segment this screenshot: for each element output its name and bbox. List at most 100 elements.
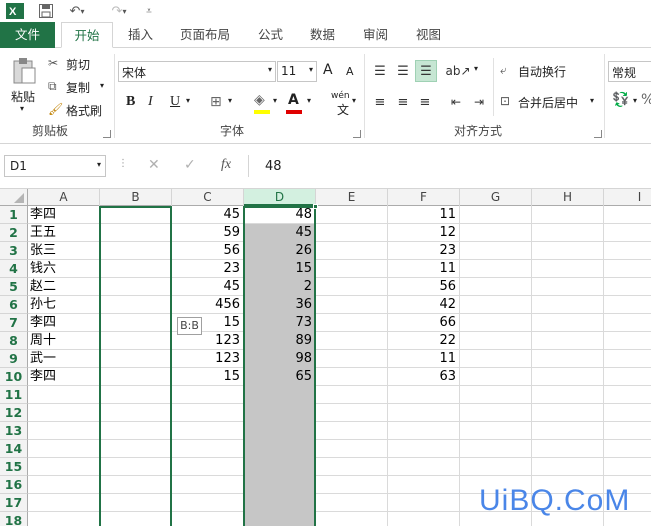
phonetic-dropdown-icon[interactable]: ▾ bbox=[352, 96, 356, 105]
cell-c[interactable]: 456 bbox=[172, 296, 243, 314]
currency-format-icon[interactable]: 💱 bbox=[612, 92, 629, 108]
tab-data[interactable]: 数据 bbox=[300, 22, 345, 48]
row-header[interactable]: 17 bbox=[0, 494, 28, 512]
fill-color-icon[interactable]: ◈ bbox=[254, 92, 265, 108]
drag-handle-icon[interactable]: ⋮ bbox=[118, 158, 128, 169]
font-launcher-icon[interactable] bbox=[353, 130, 361, 138]
cell-d[interactable]: 73 bbox=[244, 314, 315, 332]
cell-f[interactable]: 11 bbox=[388, 260, 459, 278]
cell-a[interactable]: 赵二 bbox=[28, 278, 99, 296]
row-header[interactable]: 16 bbox=[0, 476, 28, 494]
font-size-select[interactable]: 11 ▾ bbox=[277, 61, 317, 82]
align-left-icon[interactable]: ≡ bbox=[370, 91, 390, 113]
insert-function-icon[interactable]: fx bbox=[221, 157, 231, 173]
copy-button[interactable]: 复制 bbox=[66, 79, 90, 96]
shrink-font-icon[interactable]: A bbox=[346, 65, 354, 78]
cell-a[interactable]: 张三 bbox=[28, 242, 99, 260]
cell-f[interactable]: 56 bbox=[388, 278, 459, 296]
cut-button[interactable]: 剪切 bbox=[66, 56, 90, 73]
cell-d[interactable]: 89 bbox=[244, 332, 315, 350]
increase-indent-icon[interactable]: ⇥ bbox=[469, 91, 489, 113]
cell-f[interactable]: 22 bbox=[388, 332, 459, 350]
row-header[interactable]: 9 bbox=[0, 350, 28, 368]
copy-icon[interactable]: ⧉ bbox=[48, 79, 57, 94]
undo-icon[interactable]: ↶ ▾ bbox=[66, 2, 88, 20]
cell-d[interactable]: 2 bbox=[244, 278, 315, 296]
clipboard-launcher-icon[interactable] bbox=[103, 130, 111, 138]
row-header[interactable]: 5 bbox=[0, 278, 28, 296]
fill-dropdown-icon[interactable]: ▾ bbox=[273, 96, 277, 105]
cell-f[interactable]: 12 bbox=[388, 224, 459, 242]
redo-icon[interactable]: ↷ ▾ bbox=[108, 2, 130, 20]
enter-icon[interactable]: ✓ bbox=[184, 157, 196, 173]
cell-f[interactable]: 42 bbox=[388, 296, 459, 314]
row-header[interactable]: 1 bbox=[0, 206, 28, 224]
font-name-select[interactable]: 宋体 ▾ bbox=[118, 61, 276, 82]
cell-a[interactable]: 孙七 bbox=[28, 296, 99, 314]
save-icon[interactable] bbox=[37, 2, 55, 20]
wrap-text-button[interactable]: 自动换行 bbox=[518, 63, 566, 80]
cell-d[interactable]: 36 bbox=[244, 296, 315, 314]
cell-c[interactable]: 23 bbox=[172, 260, 243, 278]
paste-icon[interactable] bbox=[8, 56, 40, 86]
borders-dropdown-icon[interactable]: ▾ bbox=[228, 96, 232, 105]
row-header[interactable]: 11 bbox=[0, 386, 28, 404]
cell-c[interactable]: 45 bbox=[172, 206, 243, 224]
row-header[interactable]: 3 bbox=[0, 242, 28, 260]
row-header[interactable]: 7 bbox=[0, 314, 28, 332]
row-header[interactable]: 2 bbox=[0, 224, 28, 242]
alignment-launcher-icon[interactable] bbox=[594, 130, 602, 138]
cell-f[interactable]: 63 bbox=[388, 368, 459, 386]
format-painter-button[interactable]: 格式刷 bbox=[66, 102, 102, 119]
row-header[interactable]: 18 bbox=[0, 512, 28, 526]
column-header-h[interactable]: H bbox=[532, 189, 604, 206]
underline-dropdown-icon[interactable]: ▾ bbox=[186, 96, 190, 105]
tab-insert[interactable]: 插入 bbox=[118, 22, 163, 48]
tab-formulas[interactable]: 公式 bbox=[248, 22, 293, 48]
cell-c[interactable]: 45 bbox=[172, 278, 243, 296]
cell-d[interactable]: 45 bbox=[244, 224, 315, 242]
scissors-icon[interactable]: ✂ bbox=[48, 56, 58, 70]
tab-file[interactable]: 文件 bbox=[0, 22, 55, 48]
orientation-dropdown-icon[interactable]: ▾ bbox=[474, 64, 478, 73]
row-header[interactable]: 15 bbox=[0, 458, 28, 476]
row-header[interactable]: 8 bbox=[0, 332, 28, 350]
fill-handle[interactable] bbox=[313, 204, 318, 209]
currency-dropdown-icon[interactable]: ▾ bbox=[633, 96, 637, 105]
tab-home[interactable]: 开始 bbox=[61, 22, 113, 48]
column-header-g[interactable]: G bbox=[460, 189, 532, 206]
paste-button[interactable]: 粘贴 bbox=[11, 88, 35, 105]
tab-view[interactable]: 视图 bbox=[406, 22, 451, 48]
cell-f[interactable]: 11 bbox=[388, 350, 459, 368]
number-format-select[interactable]: 常规 bbox=[608, 61, 651, 82]
cell-c[interactable]: 15 bbox=[172, 368, 243, 386]
percent-icon[interactable]: % bbox=[641, 92, 651, 108]
cell-a[interactable]: 王五 bbox=[28, 224, 99, 242]
grow-font-icon[interactable]: A bbox=[323, 62, 333, 78]
format-painter-icon[interactable]: 🖌 bbox=[48, 102, 63, 116]
column-header-f[interactable]: F bbox=[388, 189, 460, 206]
cell-a[interactable]: 武一 bbox=[28, 350, 99, 368]
cell-c[interactable]: 56 bbox=[172, 242, 243, 260]
cell-f[interactable]: 11 bbox=[388, 206, 459, 224]
align-center-icon[interactable]: ≡ bbox=[393, 91, 413, 113]
align-middle-icon[interactable]: ☰ bbox=[393, 60, 413, 82]
align-right-icon[interactable]: ≡ bbox=[415, 91, 435, 113]
cell-d[interactable]: 65 bbox=[244, 368, 315, 386]
tab-review[interactable]: 审阅 bbox=[353, 22, 398, 48]
bold-button[interactable]: B bbox=[126, 94, 135, 110]
paste-dropdown-icon[interactable]: ▾ bbox=[20, 104, 24, 113]
merge-center-button[interactable]: 合并后居中 bbox=[518, 94, 578, 111]
row-header[interactable]: 14 bbox=[0, 440, 28, 458]
column-header-d[interactable]: D bbox=[244, 189, 316, 206]
cell-a[interactable]: 李四 bbox=[28, 368, 99, 386]
copy-dropdown-icon[interactable]: ▾ bbox=[100, 81, 104, 90]
row-header[interactable]: 10 bbox=[0, 368, 28, 386]
column-header-a[interactable]: A bbox=[28, 189, 100, 206]
font-color-dropdown-icon[interactable]: ▾ bbox=[307, 96, 311, 105]
column-header-e[interactable]: E bbox=[316, 189, 388, 206]
cell-d[interactable]: 15 bbox=[244, 260, 315, 278]
cell-d[interactable]: 26 bbox=[244, 242, 315, 260]
merge-dropdown-icon[interactable]: ▾ bbox=[590, 96, 594, 105]
cell-c[interactable]: 123 bbox=[172, 350, 243, 368]
